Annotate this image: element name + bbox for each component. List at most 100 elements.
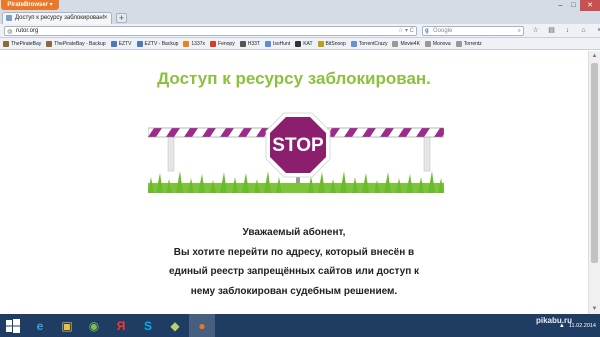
- taskbar-app[interactable]: ◆: [162, 314, 188, 337]
- app-menu-label: PirateBrowser: [7, 2, 48, 8]
- bookmark-label: Fenopy: [218, 40, 235, 47]
- start-button[interactable]: [0, 314, 26, 337]
- bookmarks-menu-icon[interactable]: ▤: [546, 26, 557, 36]
- bookmark-label: ThePirateBay - Backup: [54, 40, 106, 47]
- search-icon[interactable]: ⌕: [518, 27, 521, 35]
- bookmark-item[interactable]: IsoHunt: [264, 38, 291, 49]
- message-line: Уважаемый абонент,: [242, 227, 346, 238]
- bookmark-label: Torrentz: [463, 40, 482, 47]
- system-tray: ▲ 11.02.2014: [559, 314, 596, 337]
- bookmark-item[interactable]: 1337x: [183, 38, 205, 49]
- reload-icon[interactable]: ☆ ▾ C: [398, 27, 414, 35]
- bookmark-label: BitSnoop: [325, 40, 346, 47]
- clock[interactable]: 11.02.2014: [569, 322, 596, 330]
- tab-favicon-icon: [6, 15, 12, 21]
- taskbar: e ▣ ◉ Я S ◆ ●: [0, 314, 600, 337]
- network-icon[interactable]: ▲: [559, 323, 565, 329]
- bookmark-item[interactable]: Torrentz: [455, 38, 482, 49]
- taskbar-app[interactable]: e: [27, 314, 53, 337]
- bookmark-label: TorrentCrazy: [358, 40, 388, 47]
- bookmark-label: KAT: [303, 40, 313, 47]
- bookmark-label: 1337x: [191, 40, 206, 47]
- bookmark-label: EZTV: [118, 40, 132, 47]
- scroll-thumb[interactable]: [591, 63, 598, 263]
- stop-sign-text: STOP: [272, 135, 324, 156]
- globe-icon: ◍: [7, 29, 13, 35]
- tab-close-icon[interactable]: ✕: [103, 13, 108, 24]
- internet-explorer-icon: e: [36, 318, 44, 333]
- navigation-bar: ◍ rutor.org ☆ ▾ C g Google ⌕ ☆ ▤ ↓ ⌂ ≡: [0, 24, 600, 38]
- bookmark-label: Movie4K: [400, 40, 420, 47]
- bookmark-item[interactable]: Monova: [424, 38, 451, 49]
- vertical-scrollbar[interactable]: ▲ ▼: [588, 51, 600, 314]
- windows-logo-icon: [6, 318, 20, 333]
- bookmark-label: H33T: [247, 40, 260, 47]
- firefox-icon: ●: [198, 318, 206, 333]
- page-title: Доступ к ресурсу заблокирован.: [157, 69, 431, 88]
- page-content: Доступ к ресурсу заблокирован. STOP Уваж…: [0, 51, 588, 314]
- minimize-button[interactable]: –: [554, 0, 567, 11]
- star-icon[interactable]: ☆: [530, 26, 541, 36]
- bookmark-item[interactable]: ThePirateBay - Backup: [46, 38, 106, 49]
- window-titlebar: PirateBrowser ▾ – □ ✕: [0, 0, 600, 11]
- bookmark-icon: [210, 40, 217, 47]
- search-bar[interactable]: g Google ⌕: [422, 26, 524, 36]
- download-icon[interactable]: ↓: [562, 26, 573, 36]
- bookmark-icon: [3, 40, 9, 47]
- tab-active[interactable]: Доступ к ресурсу заблокирован! ✕: [2, 12, 112, 24]
- bookmark-icon: [46, 40, 53, 47]
- taskbar-app[interactable]: ▣: [54, 314, 80, 337]
- menu-icon[interactable]: ≡: [594, 26, 600, 36]
- bookmark-item[interactable]: Fenopy: [210, 38, 235, 49]
- bookmark-label: ThePirateBay: [11, 40, 42, 47]
- taskbar-app[interactable]: S: [135, 314, 161, 337]
- bookmark-item[interactable]: ThePirateBay: [3, 38, 41, 49]
- maximize-button[interactable]: □: [567, 0, 580, 11]
- app-menu-button[interactable]: PirateBrowser ▾: [1, 0, 59, 10]
- bookmark-icon: [350, 40, 357, 47]
- bookmark-item[interactable]: EZTV - Backup: [136, 38, 179, 49]
- taskbar-app[interactable]: Я: [108, 314, 134, 337]
- scroll-up-icon[interactable]: ▲: [589, 51, 600, 61]
- bookmarks-bar: ThePirateBay ThePirateBay - Backup EZTV EZT…: [0, 38, 600, 50]
- bookmark-label: Monova: [432, 40, 451, 47]
- window-controls: – □ ✕: [554, 0, 600, 11]
- file-explorer-icon: ▣: [61, 318, 73, 333]
- bookmark-label: EZTV - Backup: [144, 40, 179, 47]
- bookmark-item[interactable]: Movie4K: [392, 38, 420, 49]
- url-bar[interactable]: ◍ rutor.org ☆ ▾ C: [4, 26, 417, 36]
- home-icon[interactable]: ⌂: [578, 26, 589, 36]
- search-placeholder: Google: [433, 28, 453, 34]
- tab-title: Доступ к ресурсу заблокирован!: [15, 15, 105, 21]
- url-text: rutor.org: [16, 28, 39, 34]
- bookmark-item[interactable]: H33T: [239, 38, 260, 49]
- message-line: единый реестр запрещённых сайтов или дос…: [168, 266, 420, 277]
- stop-barrier-image: STOP: [148, 112, 444, 193]
- taskbar-app[interactable]: ●: [189, 314, 215, 337]
- google-icon: g: [425, 28, 429, 34]
- message-line: нему заблокирован судебным решением.: [190, 285, 398, 297]
- bookmark-item[interactable]: KAT: [295, 38, 313, 49]
- bookmark-icon: [110, 40, 117, 47]
- bookmark-label: IsoHunt: [272, 40, 291, 47]
- bookmark-item[interactable]: BitSnoop: [317, 38, 346, 49]
- bookmark-icon: [239, 40, 246, 47]
- bookmark-icon: [183, 40, 190, 47]
- bookmark-item[interactable]: EZTV: [110, 38, 132, 49]
- bookmark-icon: [264, 40, 271, 47]
- bookmark-icon: [136, 40, 143, 47]
- message-line: Вы хотите перейти по адресу, который вне…: [173, 246, 415, 258]
- toolbar-icons: ☆ ▤ ↓ ⌂ ≡: [530, 26, 600, 36]
- bookmark-icon: [317, 40, 324, 47]
- close-button[interactable]: ✕: [580, 0, 600, 11]
- yandex-icon: Я: [116, 318, 126, 333]
- app-icon: ◆: [170, 318, 180, 333]
- bookmark-icon: [295, 40, 302, 47]
- taskbar-app[interactable]: ◉: [81, 314, 107, 337]
- block-message: Уважаемый абонент, Вы хотите перейти по а…: [0, 223, 588, 301]
- scroll-down-icon[interactable]: ▼: [589, 304, 600, 314]
- tab-strip: Доступ к ресурсу заблокирован! ✕ +: [0, 11, 600, 24]
- bookmark-item[interactable]: TorrentCrazy: [350, 38, 388, 49]
- new-tab-button[interactable]: +: [116, 13, 127, 23]
- bookmark-icon: [392, 40, 399, 47]
